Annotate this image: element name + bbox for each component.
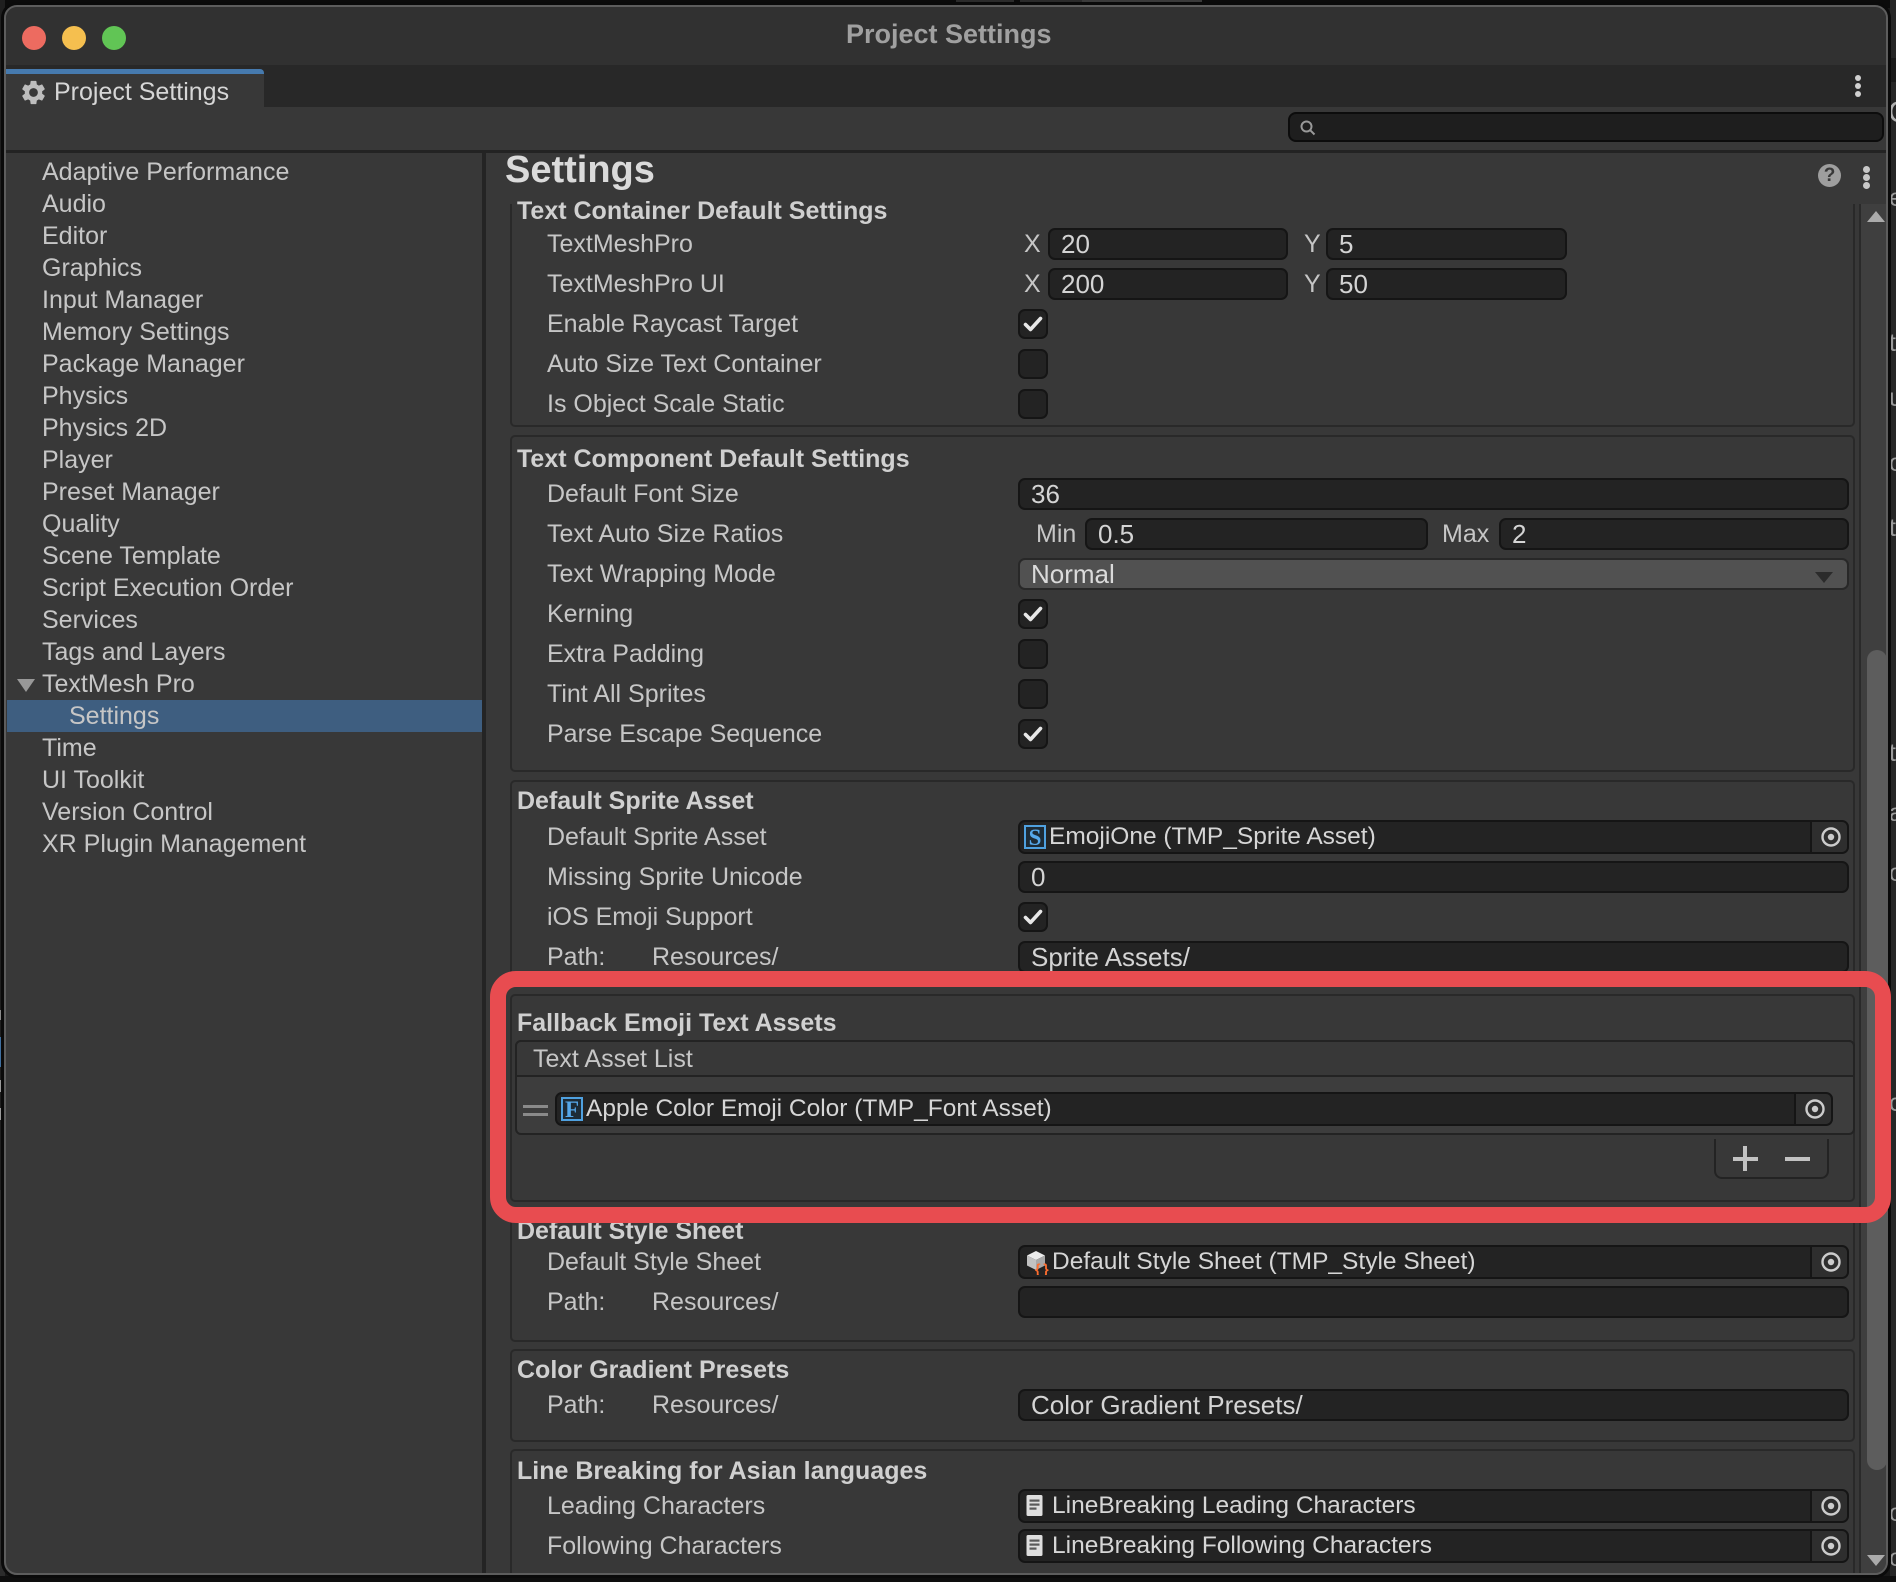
svg-text:{ }: { } [1035, 1261, 1049, 1276]
